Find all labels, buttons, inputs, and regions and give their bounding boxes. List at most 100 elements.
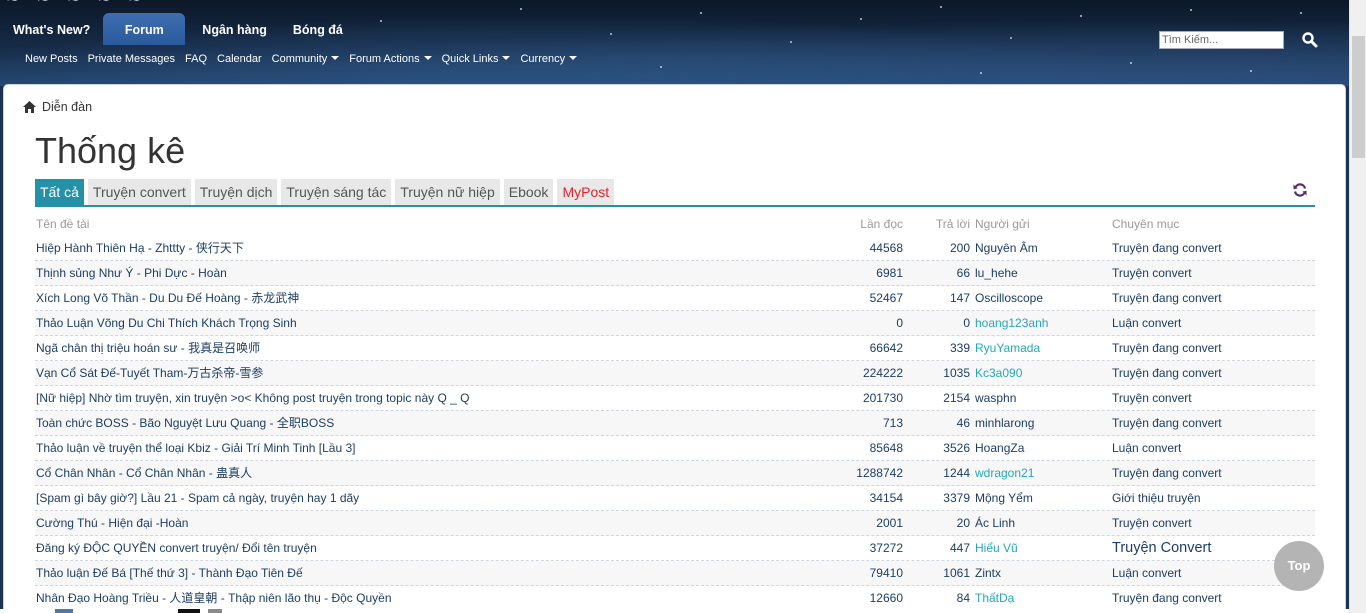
header-user: Người gửi — [975, 217, 1030, 231]
star-decoration — [1250, 70, 1252, 72]
poster-link[interactable]: Oscilloscope — [974, 286, 1112, 310]
subnav-calendar[interactable]: Calendar — [217, 53, 262, 65]
table-row: Đăng ký ĐỘC QUYỀN convert truyện/ Đổi tê… — [35, 536, 1315, 561]
views-count: 52467 — [869, 291, 903, 305]
subnav-label: FAQ — [185, 53, 208, 65]
topic-title-link[interactable]: [Nữ hiệp] Nhờ tìm truyện, xin truyện >o<… — [35, 386, 795, 410]
poster-link[interactable]: Kc3a090 — [974, 361, 1112, 385]
nav-tab-ngan-hang[interactable]: Ngân hàng — [189, 13, 280, 45]
views-count: 224222 — [862, 366, 903, 380]
tab-mypost[interactable]: MyPost — [557, 179, 615, 205]
category-link[interactable]: Truyện đang convert — [1112, 586, 1312, 610]
category-link[interactable]: Truyện đang convert — [1112, 236, 1312, 260]
scrollbar-thumb[interactable] — [1352, 36, 1365, 158]
refresh-icon[interactable] — [1293, 183, 1307, 197]
search-input[interactable] — [1159, 31, 1284, 49]
sub-nav: New Posts Private Messages FAQ Calendar … — [25, 53, 587, 65]
views-count: 201730 — [862, 391, 903, 405]
category-link[interactable]: Truyện đang convert — [1112, 361, 1312, 385]
poster-link[interactable]: Ác Linh — [974, 511, 1112, 535]
brand-logo[interactable]: ~ ~ ~ ~ ~ — [6, 0, 147, 9]
search-icon[interactable] — [1301, 31, 1319, 49]
poster-link[interactable]: minhlarong — [974, 411, 1112, 435]
star-decoration — [610, 33, 612, 35]
bottom-strip — [0, 609, 1349, 613]
tab-truyen-convert[interactable]: Truyện convert — [87, 179, 191, 205]
table-header: Tên đề tài Lần đọc Trả lời Người gửi Chu… — [35, 212, 1315, 236]
home-icon[interactable] — [23, 101, 36, 113]
topic-title-link[interactable]: Vạn Cổ Sát Đế-Tuyết Tham-万古杀帝-雪参 — [35, 361, 795, 385]
topic-title-link[interactable]: Cường Thú - Hiện đại -Hoàn — [35, 511, 795, 535]
subnav-currency[interactable]: Currency — [520, 53, 578, 65]
poster-link[interactable]: HoangZa — [974, 436, 1112, 460]
subnav-private-messages[interactable]: Private Messages — [88, 53, 175, 65]
views-count: 44568 — [869, 241, 903, 255]
table-row: Cổ Chân Nhân - Cổ Chân Nhân - 蛊真人 1288742… — [35, 461, 1315, 486]
topic-title-link[interactable]: Đăng ký ĐỘC QUYỀN convert truyện/ Đổi tê… — [35, 536, 795, 560]
category-link[interactable]: Truyện convert — [1112, 511, 1312, 535]
topic-title-link[interactable]: Thịnh sủng Như Ý - Phi Dực - Hoàn — [35, 261, 795, 285]
topic-title-link[interactable]: Thảo luận về truyện thể loại Kbiz - Giải… — [35, 436, 795, 460]
topic-title-link[interactable]: Cổ Chân Nhân - Cổ Chân Nhân - 蛊真人 — [35, 461, 795, 485]
category-link[interactable]: Luận convert — [1112, 436, 1312, 460]
category-link[interactable]: Giới thiệu truyện — [1112, 486, 1312, 510]
breadcrumb-forum-link[interactable]: Diễn đàn — [42, 100, 92, 114]
category-link[interactable]: Truyện đang convert — [1112, 286, 1312, 310]
star-decoration — [860, 18, 862, 20]
subnav-community[interactable]: Community — [272, 53, 340, 65]
poster-link[interactable]: Zintx — [974, 561, 1112, 585]
back-to-top-button[interactable]: Top — [1274, 541, 1324, 591]
replies-count: 3379 — [943, 491, 970, 505]
tab-truyen-nu-hiep[interactable]: Truyện nữ hiệp — [395, 179, 500, 205]
category-link[interactable]: Truyện đang convert — [1112, 336, 1312, 360]
table-row: Toàn chức BOSS - Bão Nguyệt Lưu Quang - … — [35, 411, 1315, 436]
category-link[interactable]: Truyện đang convert — [1112, 461, 1312, 485]
star-decoration — [520, 8, 522, 10]
poster-link[interactable]: Hiểu Vũ — [974, 536, 1112, 560]
table-row: [Nữ hiệp] Nhờ tìm truyện, xin truyện >o<… — [35, 386, 1315, 411]
scrollbar[interactable] — [1349, 0, 1366, 613]
nav-tab-forum[interactable]: Forum — [103, 13, 186, 45]
subnav-new-posts[interactable]: New Posts — [25, 53, 78, 65]
topic-title-link[interactable]: Hiệp Hành Thiên Hạ - Zhttty - 侠行天下 — [35, 236, 795, 260]
tab-truyen-sang-tac[interactable]: Truyện sáng tác — [281, 179, 392, 205]
caret-down-icon — [331, 56, 340, 60]
category-link[interactable]: Truyện convert — [1112, 386, 1312, 410]
topic-title-link[interactable]: Thảo luận Đế Bá [Thế thứ 3] - Thành Đạo … — [35, 561, 795, 585]
poster-link[interactable]: ThấtDạ — [974, 586, 1112, 610]
table-row: Nhân Đạo Hoàng Triều - 人道皇朝 - Thập niên … — [35, 586, 1315, 611]
table-row: Thảo luận Đế Bá [Thế thứ 3] - Thành Đạo … — [35, 561, 1315, 586]
poster-link[interactable]: lu_hehe — [974, 261, 1112, 285]
poster-link[interactable]: wdragon21 — [974, 461, 1112, 485]
header-title: Tên đề tài — [36, 217, 90, 231]
nav-tab-whats-new[interactable]: What's New? — [0, 13, 103, 45]
table-row: Hiệp Hành Thiên Hạ - Zhttty - 侠行天下 44568 2… — [35, 236, 1315, 261]
subnav-quick-links[interactable]: Quick Links — [442, 53, 511, 65]
poster-link[interactable]: wasphn — [974, 386, 1112, 410]
replies-count: 147 — [949, 291, 970, 305]
tab-truyen-dich[interactable]: Truyện dịch — [194, 179, 278, 205]
topic-title-link[interactable]: [Spam gì bây giờ?] Lầu 21 - Spam cả ngày… — [35, 486, 795, 510]
poster-link[interactable]: hoang123anh — [974, 311, 1112, 335]
topic-title-link[interactable]: Xích Long Võ Thần - Du Du Đế Hoàng - 赤龙武… — [35, 286, 795, 310]
subnav-forum-actions[interactable]: Forum Actions — [349, 53, 432, 65]
topic-title-link[interactable]: Ngã chân thị triệu hoán sư - 我真是召唤师 — [35, 336, 795, 360]
category-link[interactable]: Luận convert — [1112, 311, 1312, 335]
tab-ebook[interactable]: Ebook — [503, 179, 554, 205]
replies-count: 1061 — [943, 566, 970, 580]
views-count: 1288742 — [856, 466, 903, 480]
category-link[interactable]: Truyện đang convert — [1112, 411, 1312, 435]
topic-title-link[interactable]: Thảo Luận Võng Du Chi Thích Khách Trọng … — [35, 311, 795, 335]
poster-link[interactable]: RyuYamada — [974, 336, 1112, 360]
table-row: Cường Thú - Hiện đại -Hoàn 2001 20 Ác Linh T… — [35, 511, 1315, 536]
topic-title-link[interactable]: Nhân Đạo Hoàng Triều - 人道皇朝 - Thập niên … — [35, 586, 795, 610]
replies-count: 3526 — [943, 441, 970, 455]
tab-all[interactable]: Tất cả — [35, 179, 84, 205]
poster-link[interactable]: Mộng Yểm — [974, 486, 1112, 510]
topic-title-link[interactable]: Toàn chức BOSS - Bão Nguyệt Lưu Quang - … — [35, 411, 795, 435]
poster-link[interactable]: Nguyên Âm — [974, 236, 1112, 260]
category-link[interactable]: Truyện convert — [1112, 261, 1312, 285]
views-count: 37272 — [869, 541, 903, 555]
subnav-faq[interactable]: FAQ — [185, 53, 207, 65]
nav-tab-bong-da[interactable]: Bóng đá — [280, 13, 356, 45]
